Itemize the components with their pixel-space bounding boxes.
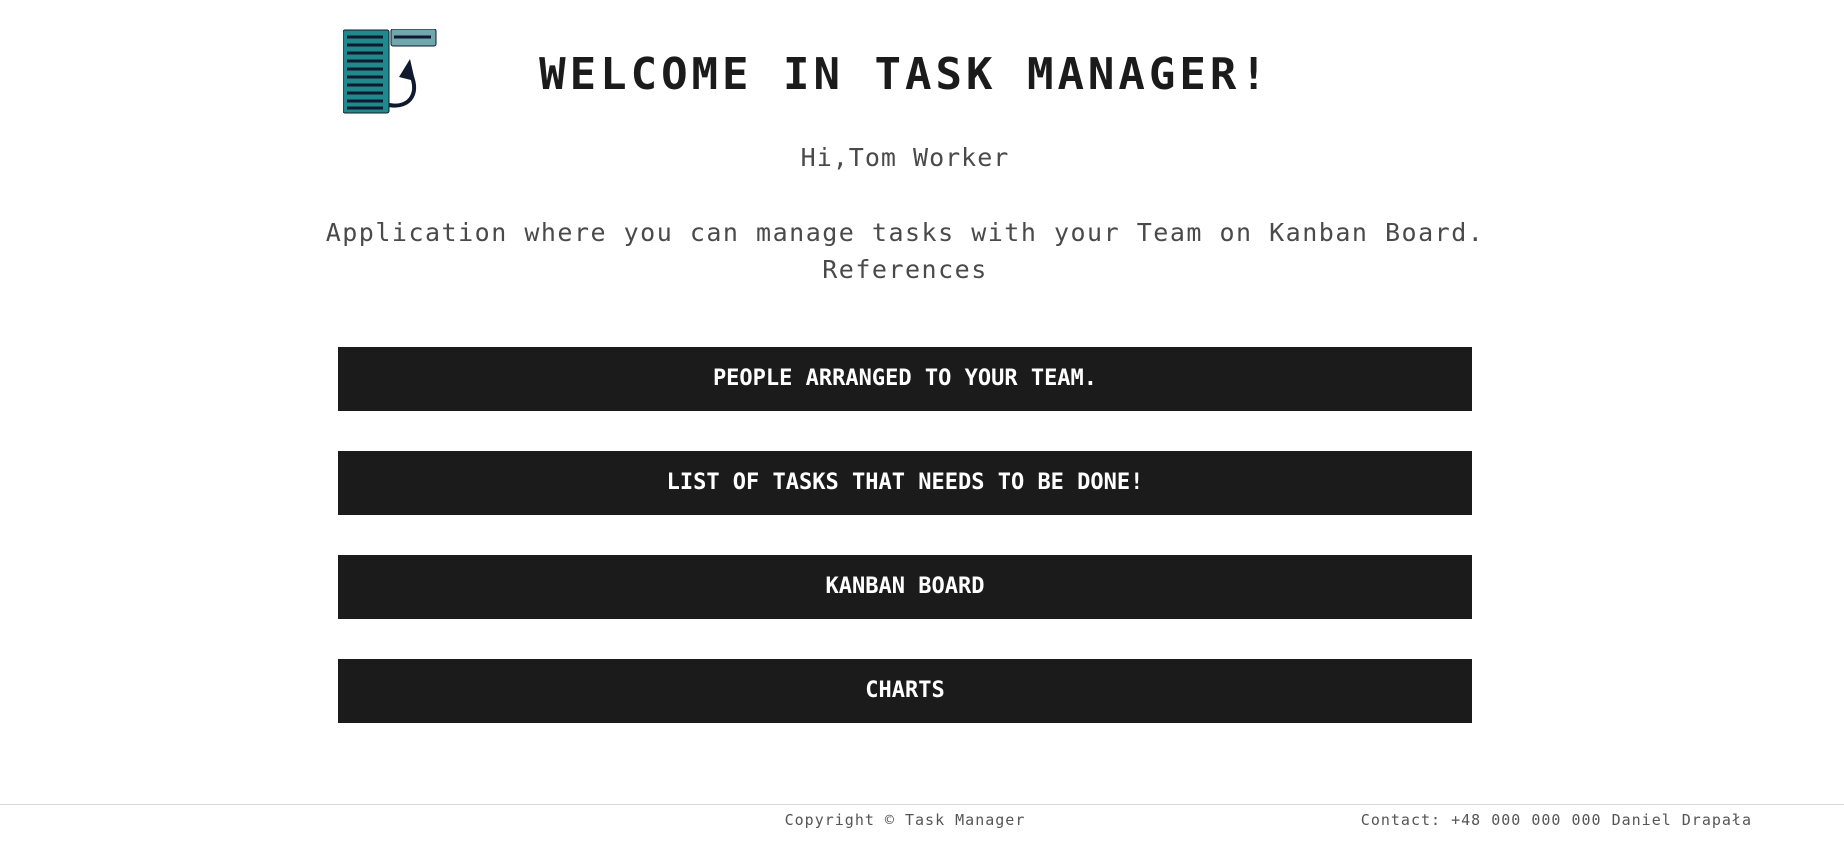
user-greeting: Hi,Tom Worker xyxy=(800,143,1010,172)
intro-description: Application where you can manage tasks w… xyxy=(0,214,1810,288)
page: WELCOME IN TASK MANAGER! Hi,Tom Worker A… xyxy=(0,0,1844,850)
references-link[interactable]: References xyxy=(0,251,1810,288)
charts-button[interactable]: CHARTS xyxy=(338,659,1472,723)
kanban-board-button[interactable]: KANBAN BOARD xyxy=(338,555,1472,619)
intro-line: Application where you can manage tasks w… xyxy=(325,218,1485,247)
main-menu: PEOPLE ARRANGED TO YOUR TEAM. LIST OF TA… xyxy=(338,347,1472,763)
footer-contact: Contact: +48 000 000 000 Daniel Drapała xyxy=(1360,811,1752,829)
footer: Copyright © Task Manager Contact: +48 00… xyxy=(0,804,1844,850)
task-list-button[interactable]: LIST OF TASKS THAT NEEDS TO BE DONE! xyxy=(338,451,1472,515)
page-title: WELCOME IN TASK MANAGER! xyxy=(539,49,1271,100)
team-people-button[interactable]: PEOPLE ARRANGED TO YOUR TEAM. xyxy=(338,347,1472,411)
